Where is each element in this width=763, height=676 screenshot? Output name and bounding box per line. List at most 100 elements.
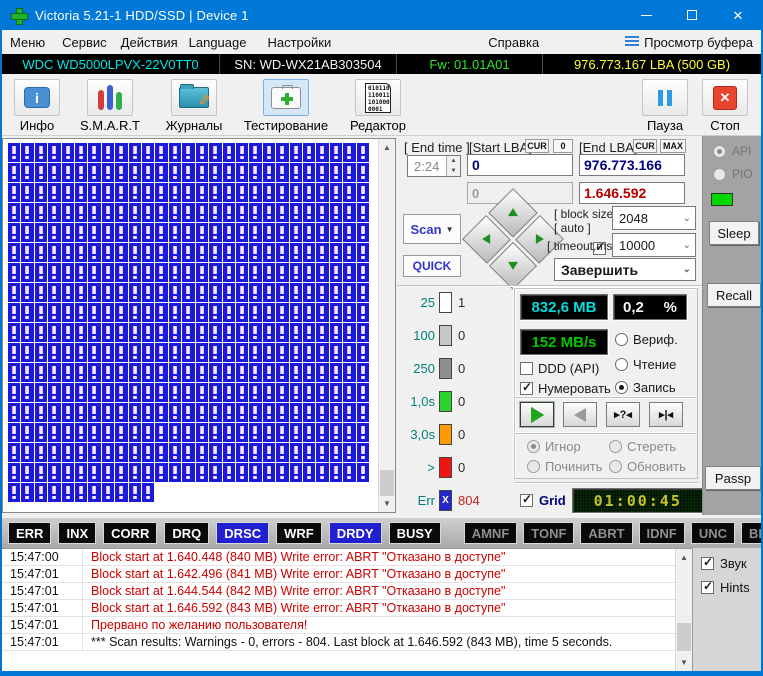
menu-item-6[interactable]: Справка xyxy=(488,35,539,50)
test-block xyxy=(8,163,20,182)
end-time-field[interactable]: 2:24 ▲▼ xyxy=(407,155,461,177)
menu-item-3[interactable]: Действия xyxy=(121,35,178,50)
spin-up-icon[interactable]: ▲ xyxy=(447,156,460,166)
test-block xyxy=(343,183,355,202)
test-block xyxy=(75,423,87,442)
pause-label: Пауза xyxy=(647,118,683,133)
journals-button[interactable]: Журналы xyxy=(152,79,236,133)
buffer-view-button[interactable]: Просмотр буфера xyxy=(625,35,753,50)
test-block xyxy=(357,383,369,402)
test-block xyxy=(290,403,302,422)
test-block xyxy=(196,283,208,302)
stop-button[interactable]: ✕ Стоп xyxy=(695,79,755,133)
smart-button[interactable]: S.M.A.R.T xyxy=(68,79,152,133)
pause-button[interactable]: Пауза xyxy=(635,79,695,133)
test-block xyxy=(142,483,154,502)
to-end-button[interactable]: ▸|◂ xyxy=(649,402,683,427)
play-button[interactable] xyxy=(520,402,554,427)
maximize-button[interactable] xyxy=(669,0,715,30)
end-time-spinner[interactable]: ▲▼ xyxy=(446,156,460,176)
test-block xyxy=(48,243,60,262)
remap-erase-radio[interactable]: Стереть xyxy=(609,439,676,454)
numerate-checkbox[interactable]: Нумеровать xyxy=(520,381,611,396)
sleep-button[interactable]: Sleep xyxy=(709,221,759,245)
status-register-bar: ERRINXCORRDRQDRSCWRFDRDYBUSY AMNFTONFABR… xyxy=(2,518,761,548)
remap-ignore-radio[interactable]: Игнор xyxy=(527,439,581,454)
scroll-up-icon[interactable]: ▲ xyxy=(379,139,395,156)
minimize-icon xyxy=(641,15,652,16)
block-size-label: [ block size ] xyxy=(554,207,620,221)
menu-item-2[interactable]: Сервис xyxy=(62,35,107,50)
test-block xyxy=(209,423,221,442)
block-map-scrollbar[interactable]: ▲ ▼ xyxy=(378,139,395,512)
checkbox-icon xyxy=(520,382,533,395)
menu-item-5[interactable]: Настройки xyxy=(267,35,331,50)
hints-checkbox[interactable]: Hints xyxy=(701,580,761,595)
test-block xyxy=(62,223,74,242)
editor-button[interactable]: 010110 110011 101000 0001 Редактор xyxy=(336,79,420,133)
radio-icon xyxy=(615,381,628,394)
scroll-thumb[interactable] xyxy=(677,623,691,651)
pio-radio[interactable]: PIO xyxy=(713,167,753,181)
activity-led xyxy=(711,193,733,206)
end-lba-input[interactable]: 976.773.166 xyxy=(579,154,685,176)
test-block xyxy=(102,483,114,502)
test-block xyxy=(155,303,167,322)
spin-down-icon[interactable]: ▼ xyxy=(447,166,460,176)
close-button[interactable]: ✕ xyxy=(715,0,761,30)
quick-button[interactable]: QUICK xyxy=(403,255,461,277)
remap-repair-radio[interactable]: Починить xyxy=(527,459,603,474)
scroll-thumb[interactable] xyxy=(380,470,394,496)
test-block xyxy=(102,403,114,422)
log-scrollbar[interactable]: ▲ ▼ xyxy=(675,549,692,671)
test-block xyxy=(182,163,194,182)
test-block xyxy=(276,283,288,302)
minimize-button[interactable] xyxy=(623,0,669,30)
mode-read-radio[interactable]: Чтение xyxy=(615,357,676,372)
error-flag-tonf: TONF xyxy=(523,522,574,544)
radio-icon xyxy=(609,440,622,453)
scroll-down-icon[interactable]: ▼ xyxy=(676,654,692,671)
test-block xyxy=(62,143,74,162)
block-size-select[interactable]: 2048⌄ xyxy=(612,206,696,230)
test-block xyxy=(290,443,302,462)
menu-item-4[interactable]: Language xyxy=(189,35,247,50)
grid-checkbox[interactable] xyxy=(520,494,533,507)
start-zero-button[interactable]: 0 xyxy=(553,139,573,153)
end-max-button[interactable]: MAX xyxy=(660,139,686,153)
remap-refresh-radio[interactable]: Обновить xyxy=(609,459,686,474)
test-block xyxy=(196,303,208,322)
start-lba-input[interactable]: 0 xyxy=(467,154,573,176)
journals-icon-box xyxy=(171,79,217,116)
testing-button[interactable]: Тестирование xyxy=(236,79,336,133)
test-block xyxy=(223,283,235,302)
scan-jump-button[interactable]: ▸?◂ xyxy=(606,402,640,427)
back-button[interactable] xyxy=(563,402,597,427)
test-block xyxy=(223,403,235,422)
counter-row-100: 1000 xyxy=(397,324,509,346)
after-action-select[interactable]: Завершить⌄ xyxy=(554,258,696,281)
test-block xyxy=(290,363,302,382)
sound-checkbox[interactable]: Звук xyxy=(701,556,761,571)
test-block xyxy=(48,183,60,202)
scroll-up-icon[interactable]: ▲ xyxy=(676,549,692,566)
passp-button[interactable]: Passp xyxy=(705,466,761,490)
scan-button[interactable]: Scan▼ xyxy=(403,214,461,244)
menu-item-1[interactable]: Меню xyxy=(10,35,45,50)
recall-button[interactable]: Recall xyxy=(707,283,761,307)
test-block xyxy=(196,323,208,342)
test-block xyxy=(75,323,87,342)
info-button[interactable]: i Инфо xyxy=(6,79,68,133)
api-radio[interactable]: API xyxy=(713,144,751,158)
test-block xyxy=(88,163,100,182)
scroll-down-icon[interactable]: ▼ xyxy=(379,495,395,512)
mode-write-radio[interactable]: Запись xyxy=(615,380,676,395)
end-cur-button[interactable]: CUR xyxy=(633,139,657,153)
mode-verify-radio[interactable]: Вериф. xyxy=(615,332,678,347)
test-block xyxy=(75,143,87,162)
ddd-checkbox[interactable]: DDD (API) xyxy=(520,361,599,376)
timeout-select[interactable]: 10000⌄ xyxy=(612,233,696,257)
start-cur-button[interactable]: CUR xyxy=(525,139,549,153)
radio-icon xyxy=(609,460,622,473)
test-block xyxy=(8,203,20,222)
